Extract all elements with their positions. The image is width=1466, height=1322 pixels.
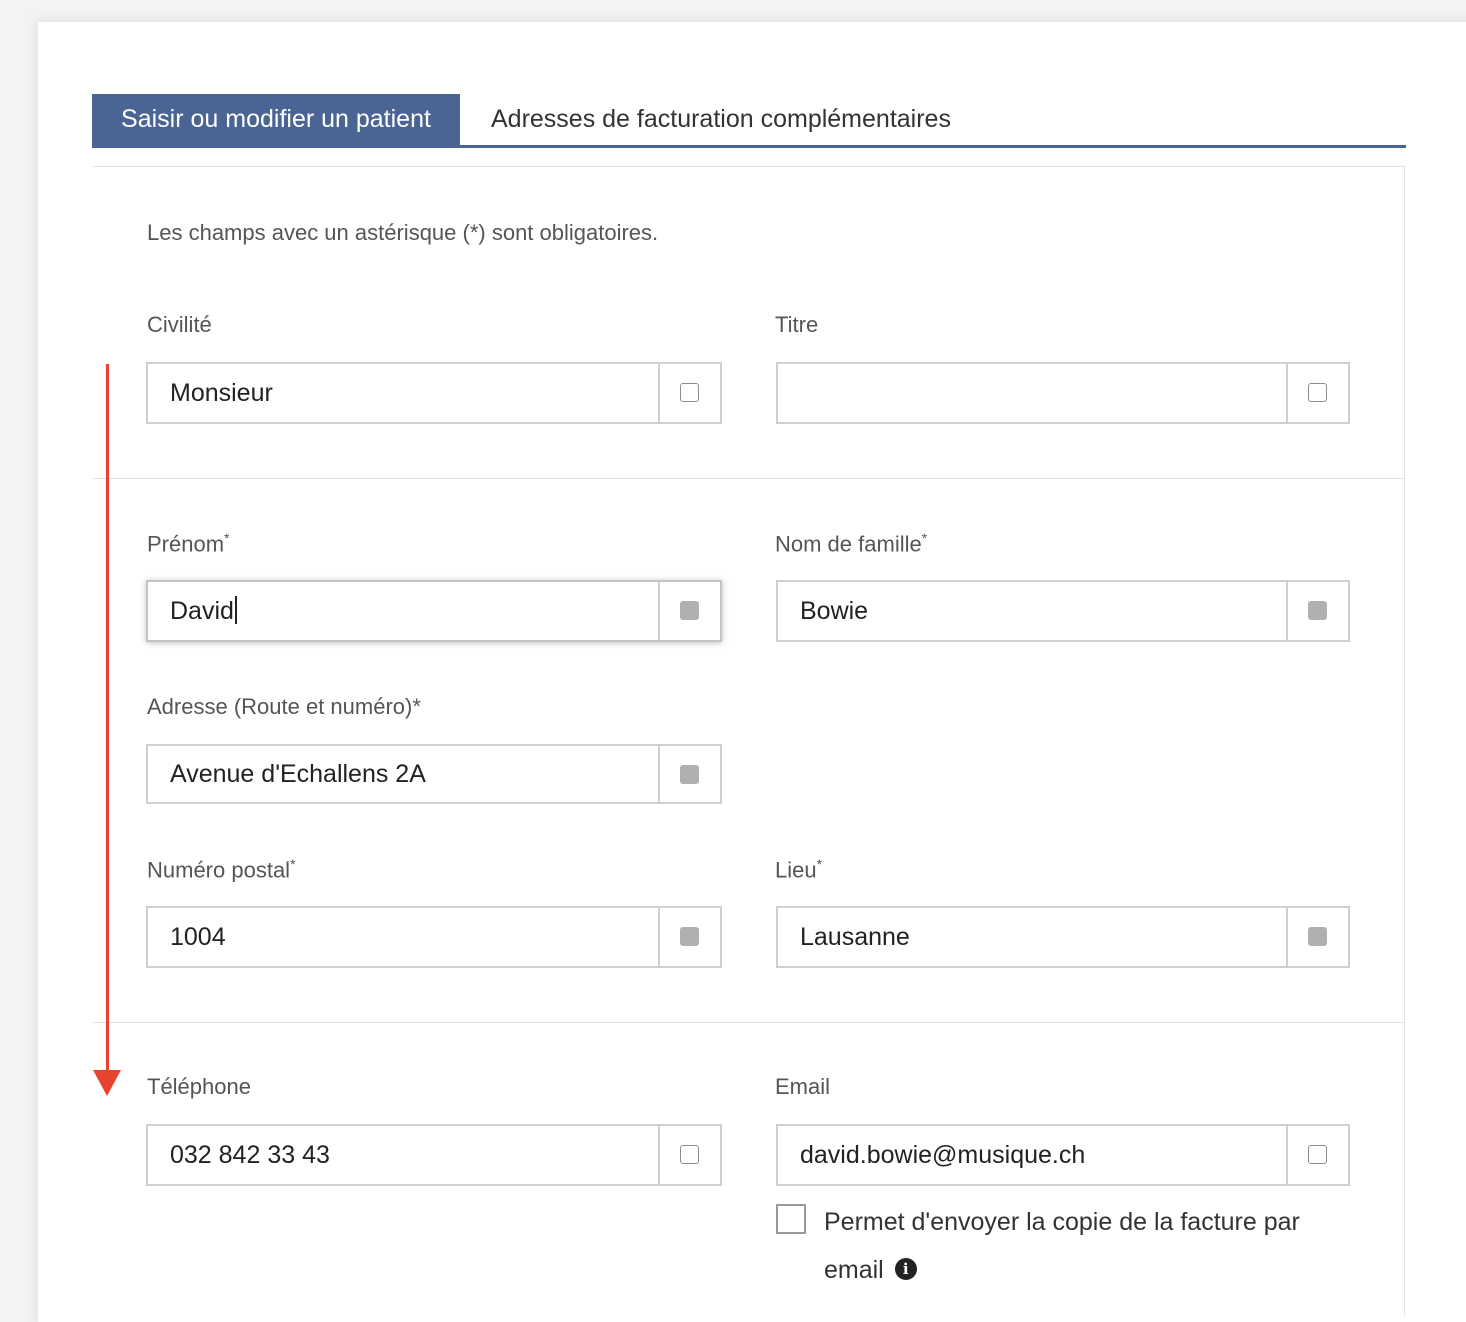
titre-field[interactable] [776, 362, 1350, 424]
annotation-arrow-line [106, 364, 109, 1072]
telephone-addon[interactable] [658, 1126, 720, 1184]
nom-field[interactable]: Bowie [776, 580, 1350, 642]
square-filled-icon [680, 765, 699, 784]
lieu-label: Lieu* [775, 856, 823, 883]
square-outline-icon [680, 383, 699, 402]
civilite-field[interactable]: Monsieur [146, 362, 722, 424]
nom-addon[interactable] [1286, 582, 1348, 640]
prenom-label: Prénom* [147, 530, 230, 557]
email-addon[interactable] [1286, 1126, 1348, 1184]
email-field[interactable]: david.bowie@musique.ch [776, 1124, 1350, 1186]
square-outline-icon [680, 1145, 699, 1164]
section-divider [92, 478, 1405, 479]
nom-label: Nom de famille* [775, 530, 928, 557]
adresse-label: Adresse (Route et numéro)* [147, 694, 421, 719]
prenom-value: David [170, 582, 237, 640]
prenom-addon[interactable] [658, 582, 720, 640]
civilite-value: Monsieur [170, 379, 273, 407]
square-filled-icon [1308, 601, 1327, 620]
titre-addon[interactable] [1286, 364, 1348, 422]
telephone-field[interactable]: 032 842 33 43 [146, 1124, 722, 1186]
tab-patient[interactable]: Saisir ou modifier un patient [92, 94, 460, 145]
email-value: david.bowie@musique.ch [800, 1141, 1086, 1169]
annotation-arrow-head-icon [93, 1070, 121, 1096]
npa-label: Numéro postal* [147, 856, 296, 883]
lieu-addon[interactable] [1286, 908, 1348, 966]
nom-value: Bowie [800, 597, 869, 625]
npa-value: 1004 [170, 923, 226, 951]
adresse-addon[interactable] [658, 746, 720, 802]
adresse-field[interactable]: Avenue d'Echallens 2A [146, 744, 722, 804]
square-outline-icon [1308, 383, 1327, 402]
square-outline-icon [1308, 1145, 1327, 1164]
telephone-value: 032 842 33 43 [170, 1141, 330, 1169]
lieu-value: Lausanne [800, 923, 910, 951]
telephone-label: Téléphone [147, 1074, 251, 1099]
text-caret [234, 596, 237, 625]
tab-bar: Saisir ou modifier un patient Adresses d… [92, 94, 1406, 148]
square-filled-icon [1308, 927, 1327, 946]
email-copy-label: Permet d'envoyer la copie de la facture … [824, 1208, 1300, 1284]
square-filled-icon [680, 927, 699, 946]
civilite-addon[interactable] [658, 364, 720, 422]
email-label: Email [775, 1074, 831, 1099]
npa-addon[interactable] [658, 908, 720, 966]
civilite-label: Civilité [147, 312, 212, 337]
titre-label: Titre [775, 312, 819, 337]
email-copy-checkbox[interactable] [776, 1204, 806, 1234]
adresse-value: Avenue d'Echallens 2A [170, 760, 426, 788]
prenom-field[interactable]: David [146, 580, 722, 642]
lieu-field[interactable]: Lausanne [776, 906, 1350, 968]
info-circle-icon[interactable]: i [894, 1258, 917, 1281]
tab-billing-addresses[interactable]: Adresses de facturation complémentaires [491, 94, 951, 145]
section-divider [92, 1022, 1405, 1023]
npa-field[interactable]: 1004 [146, 906, 722, 968]
required-fields-note: Les champs avec un astérisque (*) sont o… [147, 220, 659, 245]
square-filled-icon [680, 601, 699, 620]
